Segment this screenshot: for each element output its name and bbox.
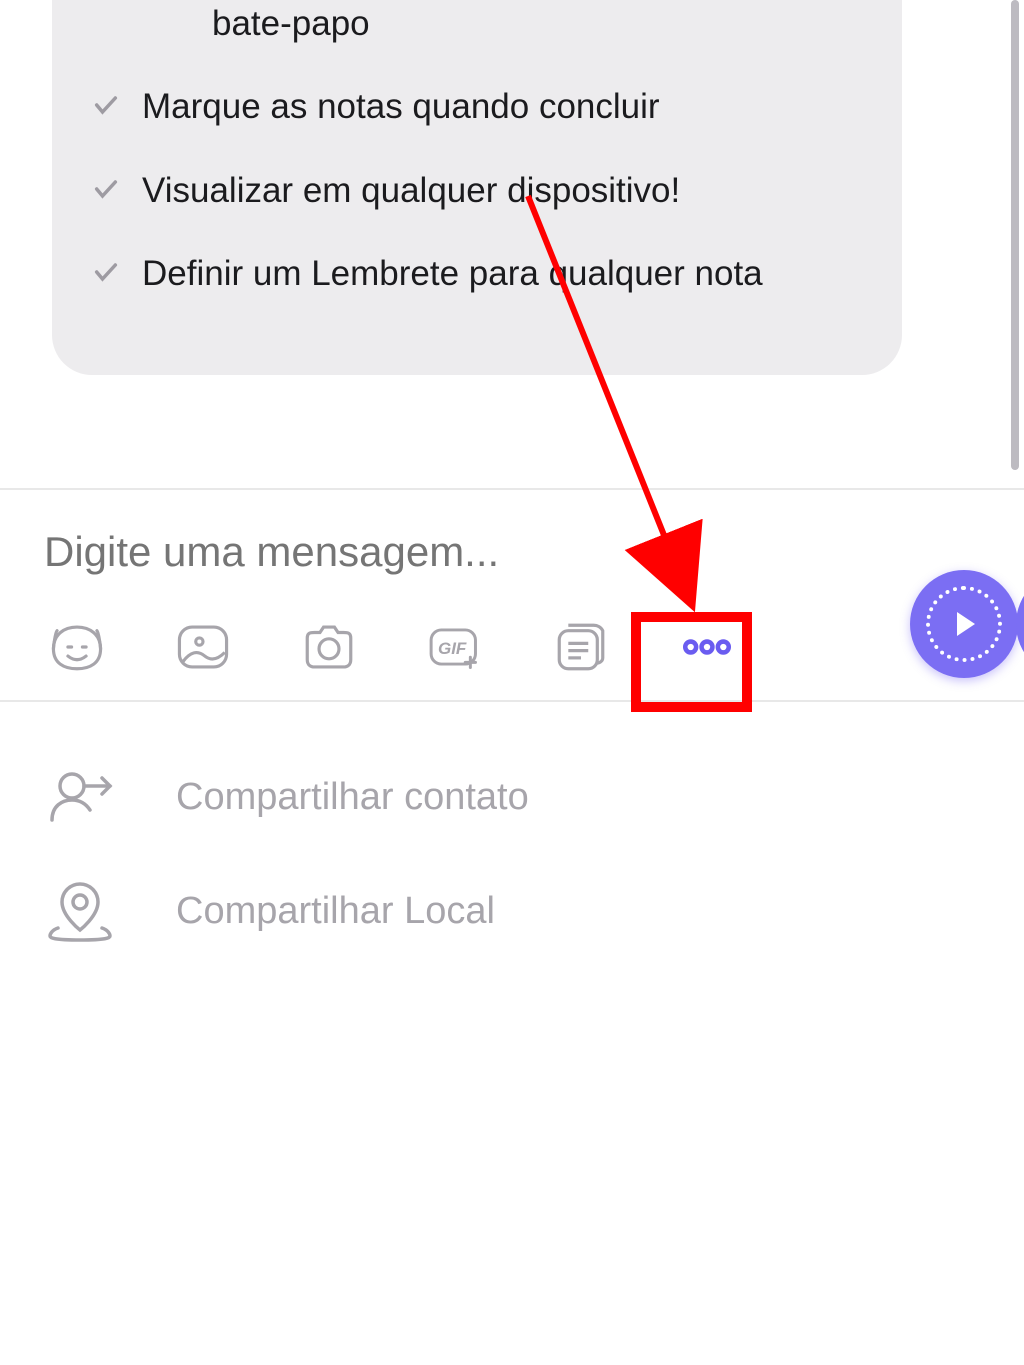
share-location-icon (44, 880, 116, 942)
check-icon (92, 91, 120, 119)
more-button[interactable] (676, 618, 738, 676)
share-location-item[interactable]: Compartilhar Local (44, 854, 980, 968)
notes-intro-bubble: bate-papo Marque as notas quando conclui… (52, 0, 902, 375)
share-location-label: Compartilhar Local (176, 890, 495, 933)
gallery-button[interactable] (172, 618, 234, 676)
check-icon (92, 258, 120, 286)
chat-scroll-area[interactable]: bate-papo Marque as notas quando conclui… (0, 0, 1024, 488)
gif-button[interactable]: GIF (424, 618, 486, 676)
share-contact-label: Compartilhar contato (176, 776, 529, 819)
check-icon (92, 175, 120, 203)
feature-text: Visualizar em qualquer dispositivo! (142, 167, 680, 214)
camera-button[interactable] (298, 618, 360, 676)
record-icon (926, 586, 1002, 662)
share-contact-item[interactable]: Compartilhar contato (44, 740, 980, 854)
compose-bar: GIF (0, 488, 1024, 702)
file-button[interactable] (550, 618, 612, 676)
message-input[interactable] (44, 528, 606, 576)
feature-item: Definir um Lembrete para qualquer nota (92, 232, 862, 315)
share-menu: Compartilhar contato Compartilhar Local (0, 702, 1024, 1006)
svg-text:GIF: GIF (438, 639, 467, 658)
record-button[interactable] (910, 570, 1018, 678)
attachment-toolbar: GIF (44, 618, 980, 676)
sticker-button[interactable] (46, 618, 108, 676)
feature-item: Visualizar em qualquer dispositivo! (92, 149, 862, 232)
feature-item: Marque as notas quando concluir (92, 65, 862, 148)
send-button-partial[interactable] (1016, 570, 1024, 678)
scrollbar[interactable] (1011, 0, 1019, 470)
share-contact-icon (44, 766, 116, 828)
feature-text: Definir um Lembrete para qualquer nota (142, 250, 763, 297)
feature-text: Marque as notas quando concluir (142, 83, 660, 130)
bubble-top-fragment: bate-papo (92, 0, 862, 65)
